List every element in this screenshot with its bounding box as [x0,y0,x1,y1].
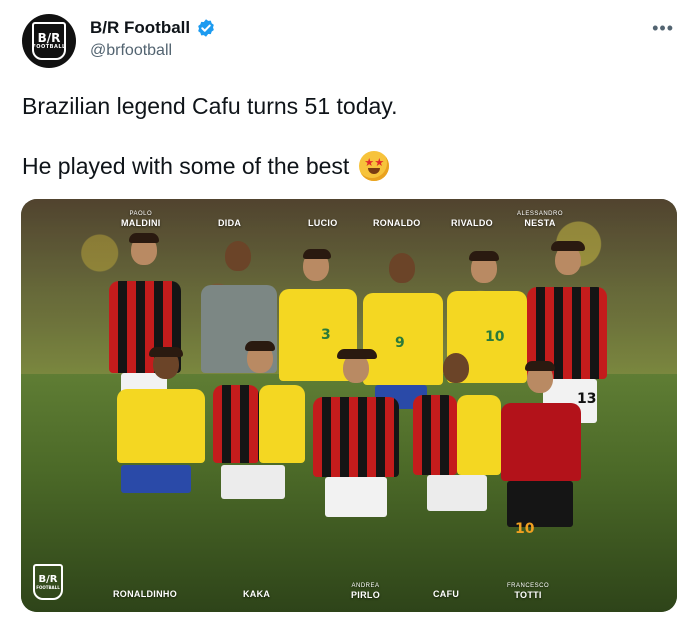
jersey-number: 3 [321,327,331,343]
label-rivaldo: RIVALDO [451,218,493,228]
author-handle[interactable]: @brfootball [90,42,172,60]
tweet-text-line2-row: He played with some of the best ★ ★ [22,151,678,181]
player-kaka [203,341,313,561]
label-last-name: KAKA [243,589,271,599]
label-last-name: TOTTI [514,590,542,600]
star-struck-emoji-icon: ★ ★ [359,151,390,181]
jersey-number: 10 [485,329,505,345]
author-row: B/R Football [90,18,216,38]
label-nesta: ALESSANDRO NESTA [517,211,563,228]
label-last-name: RIVALDO [451,218,493,228]
label-pirlo: ANDREA PIRLO [351,583,380,600]
label-totti: FRANCESCO TOTTI [507,583,549,600]
label-lucio: LUCIO [308,218,338,228]
label-cafu: CAFU [433,589,459,599]
label-first-name: ANDREA [351,583,380,589]
label-first-name: PAOLO [129,211,153,217]
label-last-name: NESTA [524,218,556,228]
label-kaka: KAKA [243,589,270,599]
label-ronaldinho: RONALDINHO [113,589,177,599]
player-totti: 10 [491,361,591,576]
author-name[interactable]: B/R Football [90,18,190,38]
label-dida: DIDA [218,218,241,228]
watermark-text: B/R [38,574,58,585]
label-last-name: MALDINI [121,218,161,228]
avatar-logo-text: B/R [37,31,61,45]
tweet-text-line1: Brazilian legend Cafu turns 51 today. [22,93,398,119]
br-watermark-logo: B/R FOOTBALL [33,564,63,600]
br-logo: B/R FOOTBALL [32,22,66,60]
player-pirlo [301,349,411,569]
verified-badge-icon [198,19,214,37]
label-first-name: FRANCESCO [507,583,550,589]
avatar[interactable]: B/R FOOTBALL [22,14,76,68]
more-options-icon[interactable]: ••• [652,18,674,39]
jersey-number: 10 [515,521,535,537]
avatar-logo-sub: FOOTBALL [32,44,66,50]
label-last-name: RONALDINHO [113,589,177,599]
label-last-name: DIDA [218,218,242,228]
tweet-body: Brazilian legend Cafu turns 51 today. He… [22,92,678,181]
label-last-name: LUCIO [308,218,338,228]
label-first-name: ALESSANDRO [517,211,564,217]
tweet-header: B/R FOOTBALL B/R Football @brfootball ••… [22,14,680,70]
label-last-name: RONALDO [373,218,421,228]
tweet-image[interactable]: 3 9 10 13 10 PAOLO MALDINI DIDA LUCIO RO… [21,199,677,612]
label-ronaldo: RONALDO [373,218,421,228]
tweet-text-line2: He played with some of the best [22,152,350,179]
label-last-name: CAFU [433,589,460,599]
player-ronaldinho [103,347,213,562]
label-last-name: PIRLO [351,590,381,600]
label-maldini: PAOLO MALDINI [121,211,161,228]
watermark-sub: FOOTBALL [36,585,60,590]
